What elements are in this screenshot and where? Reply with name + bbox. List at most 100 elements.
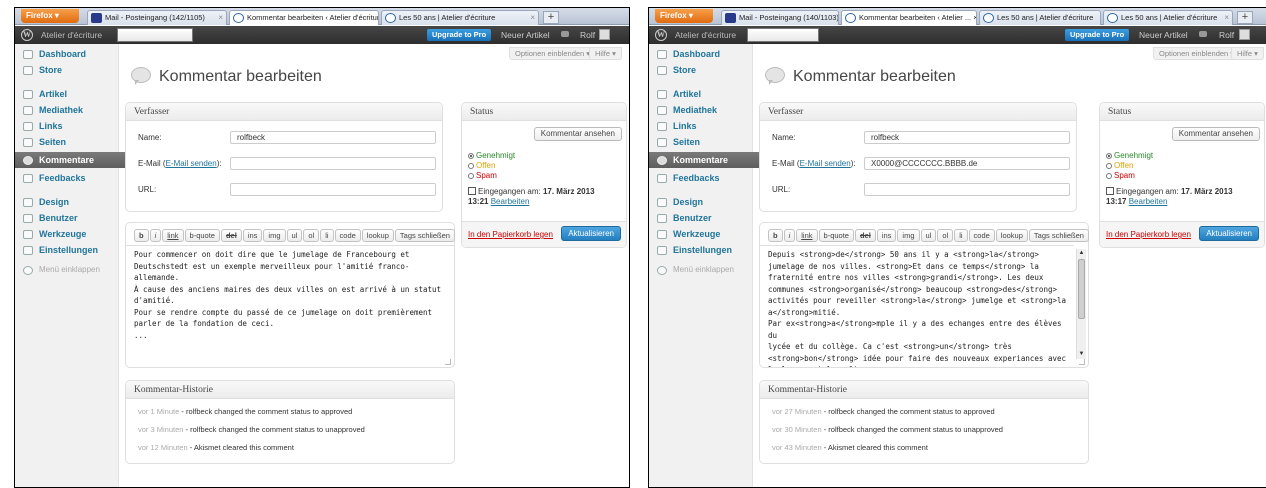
new-post-link[interactable]: Neuer Artikel (501, 30, 550, 40)
edit-date-link[interactable]: Bearbeiten (1129, 197, 1168, 206)
admin-search-input[interactable] (117, 28, 193, 42)
tab-edit-comment[interactable]: Kommentar bearbeiten ‹ Atelier ... × (841, 10, 977, 25)
sidebar-item-users[interactable]: Benutzer (15, 210, 119, 226)
bold-button[interactable]: b (134, 229, 149, 242)
code-button[interactable]: code (968, 229, 995, 242)
admin-search-input[interactable] (747, 28, 819, 42)
comment-bubble-icon[interactable] (561, 31, 569, 37)
sidebar-item-settings[interactable]: Einstellungen (15, 242, 119, 258)
sidebar-item-feedbacks[interactable]: Feedbacks (15, 170, 119, 186)
author-name-field[interactable]: rolfbeck (230, 131, 436, 144)
edit-date-link[interactable]: Bearbeiten (491, 197, 530, 206)
send-email-link[interactable]: E-Mail senden (166, 159, 217, 168)
status-spam-radio[interactable]: Spam (1106, 171, 1135, 180)
tab-mail[interactable]: Mail - Posteingang (140/1103) (721, 10, 839, 25)
sidebar-item-posts[interactable]: Artikel (15, 86, 119, 102)
close-icon[interactable]: × (1224, 11, 1229, 25)
user-name[interactable]: Rolf (1219, 30, 1234, 40)
sidebar-item-store[interactable]: Store (649, 62, 753, 78)
sidebar-item-posts[interactable]: Artikel (649, 86, 753, 102)
firefox-menu-button[interactable]: Firefox ▾ (655, 9, 713, 23)
close-icon[interactable]: × (218, 11, 223, 25)
ins-button[interactable]: ins (876, 229, 897, 242)
comment-bubble-icon[interactable] (1199, 31, 1207, 37)
link-button[interactable]: link (796, 229, 818, 242)
sidebar-item-media[interactable]: Mediathek (15, 102, 119, 118)
lookup-button[interactable]: lookup (361, 229, 394, 242)
wordpress-logo-icon[interactable]: W (655, 29, 667, 41)
del-button[interactable]: del (220, 229, 242, 242)
del-button[interactable]: del (854, 229, 876, 242)
move-to-trash-link[interactable]: In den Papierkorb legen (1106, 230, 1191, 239)
sidebar-item-users[interactable]: Benutzer (649, 210, 753, 226)
tab-les-50-ans-2[interactable]: Les 50 ans | Atelier d'écriture × (1103, 10, 1233, 25)
status-pending-radio[interactable]: Offen (1106, 161, 1133, 170)
avatar[interactable] (599, 29, 610, 40)
scroll-up-icon[interactable]: ▲ (1077, 249, 1086, 258)
ul-button[interactable]: ul (920, 229, 937, 242)
status-approved-radio[interactable]: Genehmigt (1106, 151, 1153, 160)
update-button[interactable]: Aktualisieren (1199, 226, 1259, 241)
sidebar-item-comments[interactable]: Kommentare (15, 152, 134, 168)
tab-mail[interactable]: Mail - Posteingang (142/1105) × (87, 10, 227, 25)
blockquote-button[interactable]: b-quote (184, 229, 220, 242)
lookup-button[interactable]: lookup (995, 229, 1028, 242)
sidebar-item-media[interactable]: Mediathek (649, 102, 753, 118)
tab-les-50-ans[interactable]: Les 50 ans | Atelier d'écriture × (381, 10, 539, 25)
wordpress-logo-icon[interactable]: W (21, 29, 33, 41)
status-approved-radio[interactable]: Genehmigt (468, 151, 515, 160)
site-name[interactable]: Atelier d'écriture (675, 30, 736, 40)
bold-button[interactable]: b (768, 229, 783, 242)
tab-edit-comment[interactable]: Kommentar bearbeiten ‹ Atelier d'écritur… (229, 10, 379, 25)
sidebar-item-pages[interactable]: Seiten (649, 134, 753, 150)
link-button[interactable]: link (162, 229, 184, 242)
blockquote-button[interactable]: b-quote (818, 229, 854, 242)
author-url-field[interactable] (230, 183, 436, 196)
resize-handle-icon[interactable] (1079, 359, 1085, 365)
ol-button[interactable]: ol (937, 229, 954, 242)
sidebar-item-settings[interactable]: Einstellungen (649, 242, 753, 258)
update-button[interactable]: Aktualisieren (561, 226, 621, 241)
move-to-trash-link[interactable]: In den Papierkorb legen (468, 230, 553, 239)
author-email-field[interactable] (230, 157, 436, 170)
sidebar-item-feedbacks[interactable]: Feedbacks (649, 170, 753, 186)
new-tab-button[interactable]: + (543, 11, 559, 24)
li-button[interactable]: li (954, 229, 968, 242)
img-button[interactable]: img (263, 229, 286, 242)
sidebar-item-dashboard[interactable]: Dashboard (649, 46, 753, 62)
collapse-menu-button[interactable]: Menü einklappen (649, 262, 753, 278)
close-icon[interactable]: × (530, 11, 535, 25)
send-email-link[interactable]: E-Mail senden (800, 159, 851, 168)
upgrade-to-pro-button[interactable]: Upgrade to Pro (427, 29, 492, 41)
ol-button[interactable]: ol (303, 229, 320, 242)
resize-handle-icon[interactable] (445, 359, 451, 365)
new-tab-button[interactable]: + (1237, 11, 1253, 24)
site-name[interactable]: Atelier d'écriture (41, 30, 102, 40)
status-spam-radio[interactable]: Spam (468, 171, 497, 180)
img-button[interactable]: img (897, 229, 920, 242)
scroll-down-icon[interactable]: ▼ (1077, 350, 1086, 359)
author-email-field[interactable]: X0000@CCCCCCC.BBBB.de (864, 157, 1070, 170)
code-button[interactable]: code (334, 229, 361, 242)
sidebar-item-links[interactable]: Links (15, 118, 119, 134)
avatar[interactable] (1239, 29, 1250, 40)
user-name[interactable]: Rolf (580, 30, 595, 40)
comment-content-textarea[interactable]: Depuis <strong>de</strong> 50 ans il y a… (760, 245, 1074, 367)
sidebar-item-links[interactable]: Links (649, 118, 753, 134)
upgrade-to-pro-button[interactable]: Upgrade to Pro (1065, 29, 1130, 41)
sidebar-item-tools[interactable]: Werkzeuge (649, 226, 753, 242)
sidebar-item-appearance[interactable]: Design (15, 194, 119, 210)
italic-button[interactable]: i (783, 229, 796, 242)
new-post-link[interactable]: Neuer Artikel (1139, 30, 1188, 40)
tab-les-50-ans[interactable]: Les 50 ans | Atelier d'écriture (979, 10, 1101, 25)
author-url-field[interactable] (864, 183, 1070, 196)
close-tags-button[interactable]: Tags schließen (394, 229, 455, 242)
italic-button[interactable]: i (149, 229, 162, 242)
sidebar-item-pages[interactable]: Seiten (15, 134, 119, 150)
author-name-field[interactable]: rolfbeck (864, 131, 1070, 144)
li-button[interactable]: li (320, 229, 334, 242)
firefox-menu-button[interactable]: Firefox ▾ (21, 9, 79, 23)
view-comment-button[interactable]: Kommentar ansehen (533, 127, 622, 141)
comment-content-textarea[interactable]: Pour commencer on doit dire que le jumel… (126, 245, 454, 367)
collapse-menu-button[interactable]: Menü einklappen (15, 262, 119, 278)
